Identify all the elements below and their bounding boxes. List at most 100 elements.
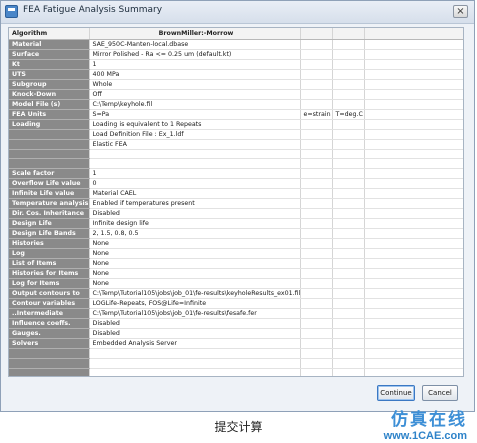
window-title: FEA Fatigue Analysis Summary [23,5,163,15]
row-value: C:\Temp\Tutorial105\jobs\job_01\fe-resul… [89,288,301,300]
row-extra-1 [300,129,333,140]
row-value [89,368,301,376]
row-extra-2 [332,268,365,280]
row-extra-1 [300,298,333,310]
row-extra-1 [300,248,333,260]
row-extra-2 [332,208,365,220]
row-extra-2 [332,328,365,340]
watermark-logo: 仿真在线 www.1CAE.com [384,405,467,442]
table-row: UTS 400 MPa [9,69,463,80]
row-label [9,358,90,369]
row-extra-1 [300,208,333,220]
header-algorithm-value: BrownMiller:-Morrow [89,28,301,40]
row-extra-2 [332,178,365,190]
table-row: ..Intermediate C:\Temp\Tutorial105\jobs\j… [9,308,463,320]
row-spacer [364,129,463,140]
table-row [9,368,463,376]
row-value: None [89,268,301,280]
table-row: Infinite Life value Material CAEL [9,188,463,200]
row-spacer [364,248,463,260]
row-extra-2 [332,89,365,100]
row-spacer [364,39,463,50]
table-header-row: Algorithm BrownMiller:-Morrow [9,28,463,40]
row-extra-2 [332,248,365,260]
fatigue-summary-dialog: FEA Fatigue Analysis Summary × Algorithm… [0,0,475,412]
row-value: None [89,238,301,250]
row-extra-2 [332,158,365,170]
row-spacer [364,358,463,369]
table-row: Overflow Life value 0 [9,178,463,190]
row-extra-1 [300,158,333,170]
row-extra-1 [300,39,333,50]
row-value: None [89,248,301,260]
row-extra-1 [300,358,333,369]
row-extra-2 [332,288,365,300]
row-extra-2 [332,59,365,70]
table-row: FEA Units S=Pa e=strain T=deg.C [9,109,463,120]
row-label [9,149,90,160]
row-spacer [364,119,463,130]
row-extra-2 [332,228,365,240]
row-extra-2 [332,348,365,360]
summary-table: Algorithm BrownMiller:-Morrow Material SA… [9,28,463,376]
row-extra-1 [300,218,333,230]
row-label: Contour variables [9,298,90,310]
row-extra-1 [300,69,333,80]
table-row: Surface Mirror Polished - Ra <= 0.25 um (… [9,49,463,60]
table-row: Model File (s) C:\Temp\keyhole.fil [9,99,463,110]
row-extra-2 [332,49,365,60]
row-extra-1 [300,238,333,250]
row-spacer [364,178,463,190]
row-label [9,368,90,376]
row-label: Temperature analysis [9,198,90,210]
row-spacer [364,139,463,150]
row-extra-1 [300,308,333,320]
row-spacer [364,228,463,240]
row-extra-2 [332,298,365,310]
row-spacer [364,109,463,120]
row-extra-2 [332,278,365,290]
close-button[interactable]: × [453,5,468,18]
table-row: Log for Items None [9,278,463,290]
row-label: Scale factor [9,168,90,180]
row-label [9,129,90,140]
row-value: 2, 1.5, 0.8, 0.5 [89,228,301,240]
table-row: Output contours to C:\Temp\Tutorial105\jo… [9,288,463,300]
cancel-button[interactable]: Cancel [422,385,458,401]
row-extra-1: e=strain [300,109,333,120]
row-extra-2 [332,198,365,210]
row-value: SAE_950C-Manten-local.dbase [89,39,301,50]
row-spacer [364,49,463,60]
row-spacer [364,268,463,280]
row-extra-2 [332,129,365,140]
row-value: Elastic FEA [89,139,301,150]
app-icon [5,5,18,18]
row-value: 0 [89,178,301,190]
table-row: Gauges. Disabled [9,328,463,340]
row-value: LOGLife-Repeats, FOS@Life=Infinite [89,298,301,310]
row-extra-1 [300,79,333,90]
row-spacer [364,318,463,330]
row-extra-2 [332,139,365,150]
row-label: Log [9,248,90,260]
table-row: Solvers Embedded Analysis Server [9,338,463,350]
row-label: Dir. Cos. Inheritance [9,208,90,220]
row-extra-2 [332,368,365,376]
row-label: Design Life [9,218,90,230]
continue-button[interactable]: Continue [377,385,415,401]
row-spacer [364,168,463,180]
row-extra-1 [300,288,333,300]
row-value: Whole [89,79,301,90]
row-label: List of Items [9,258,90,270]
title-bar[interactable]: FEA Fatigue Analysis Summary × [1,1,474,24]
row-spacer [364,348,463,360]
row-label: Histories [9,238,90,250]
row-value: Material CAEL [89,188,301,200]
row-extra-2 [332,39,365,50]
row-value [89,348,301,360]
table-row: Load Definition File : Ex_1.ldf [9,129,463,140]
watermark-line1: 仿真在线 [391,410,467,430]
row-value: Mirror Polished - Ra <= 0.25 um (default… [89,49,301,60]
row-extra-2 [332,318,365,330]
summary-table-container[interactable]: Algorithm BrownMiller:-Morrow Material SA… [8,27,464,377]
